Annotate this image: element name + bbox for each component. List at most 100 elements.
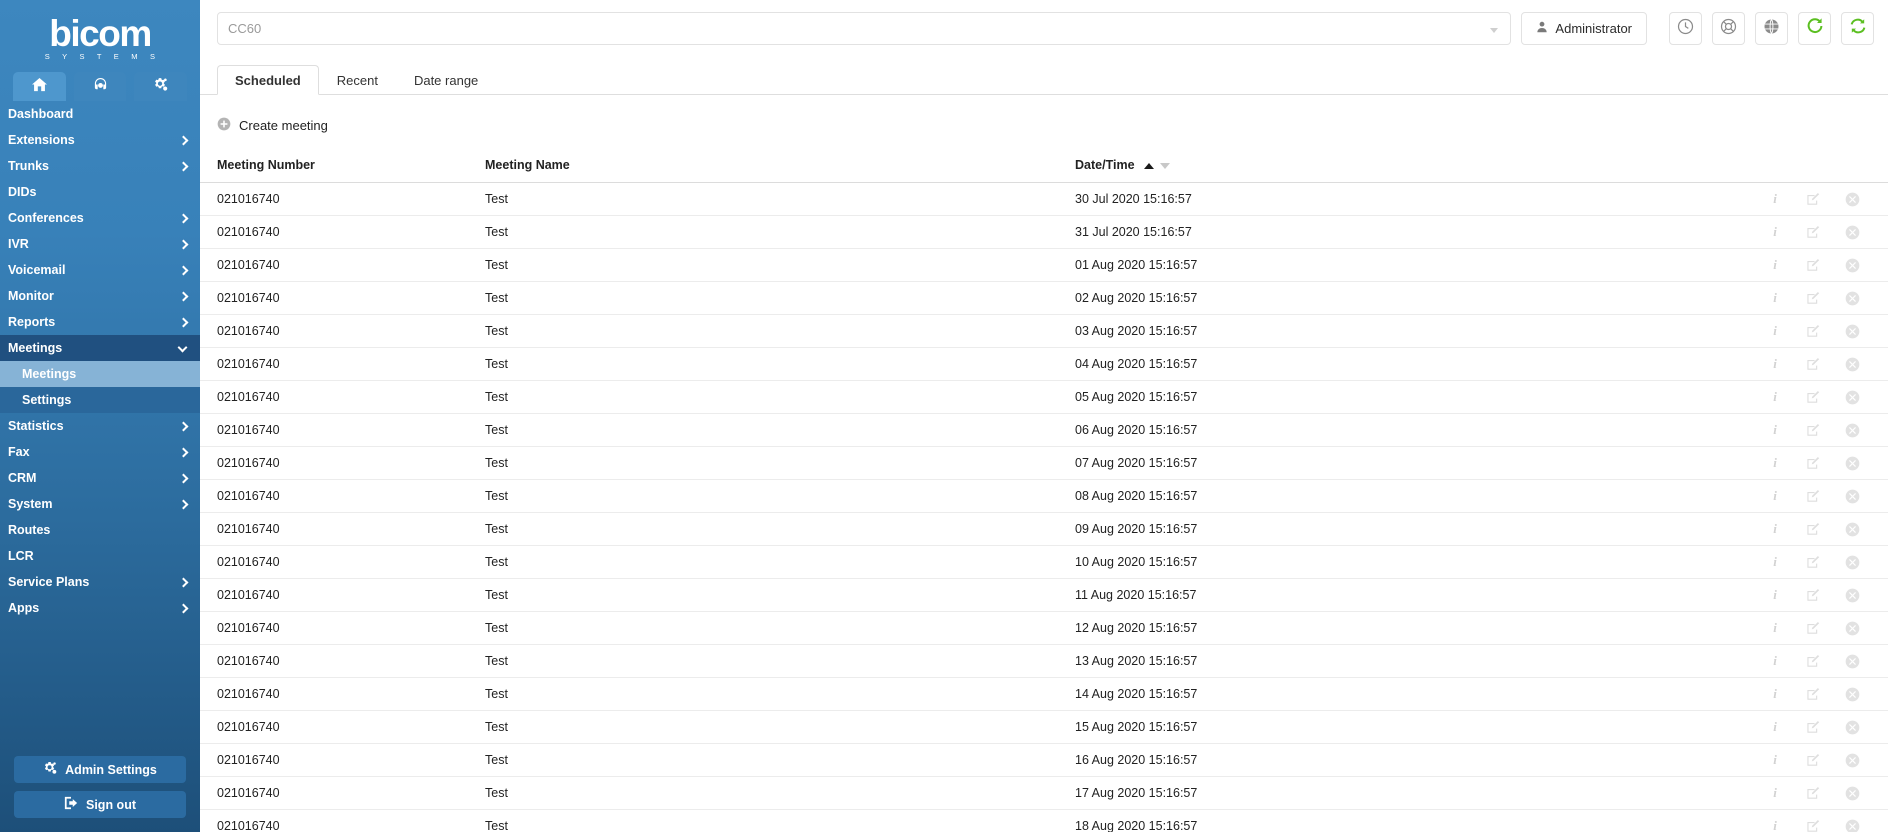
- delete-icon[interactable]: [1845, 324, 1860, 339]
- info-icon[interactable]: i: [1769, 389, 1781, 405]
- sidebar-item-voicemail[interactable]: Voicemail: [0, 257, 200, 283]
- info-icon[interactable]: i: [1769, 719, 1781, 735]
- sidebar-item-meetings[interactable]: Meetings: [0, 335, 200, 361]
- info-icon[interactable]: i: [1769, 620, 1781, 636]
- edit-icon[interactable]: [1806, 819, 1820, 832]
- delete-icon[interactable]: [1845, 687, 1860, 702]
- column-header-meeting-number[interactable]: Meeting Number: [200, 152, 485, 183]
- delete-icon[interactable]: [1845, 621, 1860, 636]
- delete-icon[interactable]: [1845, 786, 1860, 801]
- language-button[interactable]: [1755, 12, 1788, 45]
- table-row[interactable]: 021016740 Test 07 Aug 2020 15:16:57 i: [200, 446, 1888, 480]
- sidebar-item-statistics[interactable]: Statistics: [0, 413, 200, 439]
- sidebar-item-apps[interactable]: Apps: [0, 595, 200, 621]
- table-row[interactable]: 021016740 Test 14 Aug 2020 15:16:57 i: [200, 677, 1888, 711]
- sidebar-tab-support[interactable]: [73, 72, 127, 101]
- table-row[interactable]: 021016740 Test 01 Aug 2020 15:16:57 i: [200, 248, 1888, 282]
- info-icon[interactable]: i: [1769, 290, 1781, 306]
- clock-button[interactable]: [1669, 12, 1702, 45]
- edit-icon[interactable]: [1806, 588, 1820, 602]
- sidebar-tab-home[interactable]: [13, 72, 66, 101]
- info-icon[interactable]: i: [1769, 686, 1781, 702]
- table-row[interactable]: 021016740 Test 10 Aug 2020 15:16:57 i: [200, 545, 1888, 579]
- table-row[interactable]: 021016740 Test 02 Aug 2020 15:16:57 i: [200, 281, 1888, 315]
- admin-settings-button[interactable]: Admin Settings: [14, 756, 186, 783]
- info-icon[interactable]: i: [1769, 818, 1781, 832]
- delete-icon[interactable]: [1845, 291, 1860, 306]
- tab-date-range[interactable]: Date range: [396, 65, 496, 95]
- edit-icon[interactable]: [1806, 621, 1820, 635]
- delete-icon[interactable]: [1845, 225, 1860, 240]
- edit-icon[interactable]: [1806, 324, 1820, 338]
- info-icon[interactable]: i: [1769, 356, 1781, 372]
- info-icon[interactable]: i: [1769, 587, 1781, 603]
- edit-icon[interactable]: [1806, 753, 1820, 767]
- table-row[interactable]: 021016740 Test 05 Aug 2020 15:16:57 i: [200, 380, 1888, 414]
- delete-icon[interactable]: [1845, 819, 1860, 832]
- tab-scheduled[interactable]: Scheduled: [217, 65, 319, 95]
- sidebar-subitem-settings[interactable]: Settings: [0, 387, 200, 413]
- table-row[interactable]: 021016740 Test 30 Jul 2020 15:16:57 i: [200, 182, 1888, 216]
- edit-icon[interactable]: [1806, 291, 1820, 305]
- table-row[interactable]: 021016740 Test 16 Aug 2020 15:16:57 i: [200, 743, 1888, 777]
- edit-icon[interactable]: [1806, 555, 1820, 569]
- sidebar-item-conferences[interactable]: Conferences: [0, 205, 200, 231]
- sidebar-item-extensions[interactable]: Extensions: [0, 127, 200, 153]
- sidebar-item-system[interactable]: System: [0, 491, 200, 517]
- column-header-date-time[interactable]: Date/Time: [1075, 152, 1580, 183]
- edit-icon[interactable]: [1806, 489, 1820, 503]
- sidebar-item-trunks[interactable]: Trunks: [0, 153, 200, 179]
- create-meeting-button[interactable]: Create meeting: [200, 95, 328, 152]
- info-icon[interactable]: i: [1769, 752, 1781, 768]
- info-icon[interactable]: i: [1769, 224, 1781, 240]
- table-row[interactable]: 021016740 Test 18 Aug 2020 15:16:57 i: [200, 809, 1888, 832]
- delete-icon[interactable]: [1845, 357, 1860, 372]
- info-icon[interactable]: i: [1769, 488, 1781, 504]
- table-row[interactable]: 021016740 Test 08 Aug 2020 15:16:57 i: [200, 479, 1888, 513]
- sign-out-button[interactable]: Sign out: [14, 791, 186, 818]
- table-row[interactable]: 021016740 Test 11 Aug 2020 15:16:57 i: [200, 578, 1888, 612]
- sidebar-item-ivr[interactable]: IVR: [0, 231, 200, 257]
- info-icon[interactable]: i: [1769, 257, 1781, 273]
- info-icon[interactable]: i: [1769, 653, 1781, 669]
- table-row[interactable]: 021016740 Test 12 Aug 2020 15:16:57 i: [200, 611, 1888, 645]
- sidebar-item-monitor[interactable]: Monitor: [0, 283, 200, 309]
- edit-icon[interactable]: [1806, 357, 1820, 371]
- delete-icon[interactable]: [1845, 588, 1860, 603]
- table-row[interactable]: 021016740 Test 06 Aug 2020 15:16:57 i: [200, 413, 1888, 447]
- sidebar-item-crm[interactable]: CRM: [0, 465, 200, 491]
- table-row[interactable]: 021016740 Test 04 Aug 2020 15:16:57 i: [200, 347, 1888, 381]
- tab-recent[interactable]: Recent: [319, 65, 396, 95]
- edit-icon[interactable]: [1806, 258, 1820, 272]
- sidebar-subitem-meetings[interactable]: Meetings: [0, 361, 200, 387]
- info-icon[interactable]: i: [1769, 323, 1781, 339]
- sidebar-item-dashboard[interactable]: Dashboard: [0, 101, 200, 127]
- delete-icon[interactable]: [1845, 258, 1860, 273]
- delete-icon[interactable]: [1845, 456, 1860, 471]
- column-header-meeting-name[interactable]: Meeting Name: [485, 152, 1075, 183]
- info-icon[interactable]: i: [1769, 191, 1781, 207]
- table-row[interactable]: 021016740 Test 15 Aug 2020 15:16:57 i: [200, 710, 1888, 744]
- edit-icon[interactable]: [1806, 522, 1820, 536]
- edit-icon[interactable]: [1806, 192, 1820, 206]
- delete-icon[interactable]: [1845, 423, 1860, 438]
- sidebar-item-fax[interactable]: Fax: [0, 439, 200, 465]
- reload-button[interactable]: [1798, 12, 1831, 45]
- delete-icon[interactable]: [1845, 753, 1860, 768]
- edit-icon[interactable]: [1806, 654, 1820, 668]
- edit-icon[interactable]: [1806, 720, 1820, 734]
- table-row[interactable]: 021016740 Test 31 Jul 2020 15:16:57 i: [200, 215, 1888, 249]
- delete-icon[interactable]: [1845, 390, 1860, 405]
- administrator-button[interactable]: Administrator: [1521, 12, 1647, 45]
- delete-icon[interactable]: [1845, 654, 1860, 669]
- sort-ascending-icon[interactable]: [1144, 163, 1154, 169]
- table-row[interactable]: 021016740 Test 09 Aug 2020 15:16:57 i: [200, 512, 1888, 546]
- table-row[interactable]: 021016740 Test 17 Aug 2020 15:16:57 i: [200, 776, 1888, 810]
- sidebar-tab-settings[interactable]: [134, 72, 188, 101]
- help-button[interactable]: [1712, 12, 1745, 45]
- sidebar-item-reports[interactable]: Reports: [0, 309, 200, 335]
- sidebar-item-dids[interactable]: DIDs: [0, 179, 200, 205]
- info-icon[interactable]: i: [1769, 785, 1781, 801]
- info-icon[interactable]: i: [1769, 554, 1781, 570]
- search-select[interactable]: CC60: [217, 12, 1512, 45]
